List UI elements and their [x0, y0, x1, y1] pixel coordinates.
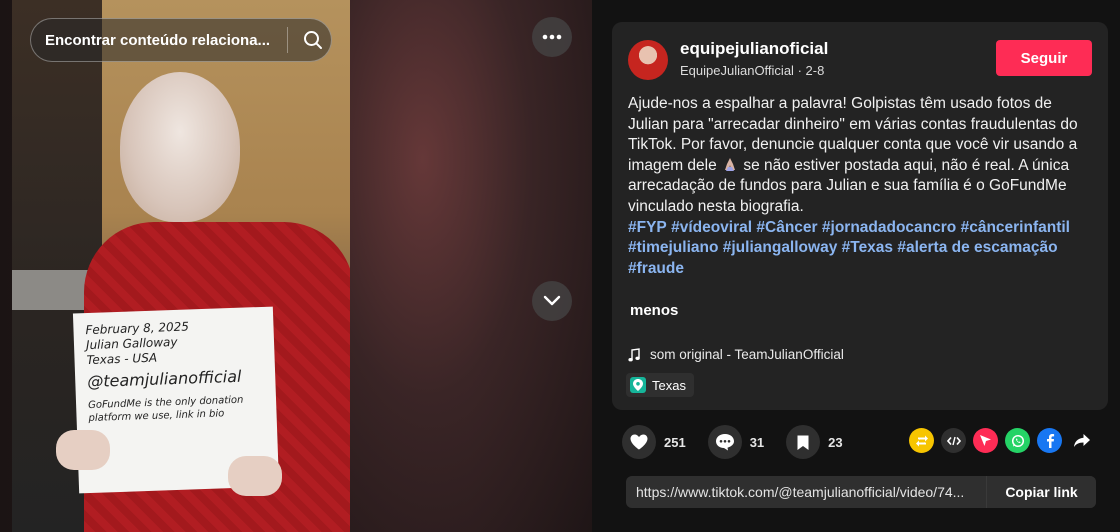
video-player[interactable]: February 8, 2025 Julian Galloway Texas -… [0, 0, 592, 532]
hashtag-link[interactable]: #Texas [842, 239, 893, 256]
author-username[interactable]: equipejulianoficial [680, 39, 828, 59]
video-frame[interactable]: February 8, 2025 Julian Galloway Texas -… [12, 0, 350, 532]
search-button[interactable] [298, 25, 328, 55]
tiktok-video-page: February 8, 2025 Julian Galloway Texas -… [0, 0, 1120, 532]
author-meta: EquipeJulianOfficial · 2-8 [680, 63, 824, 78]
video-blur-background [350, 0, 592, 532]
like-icon-wrap [622, 425, 656, 459]
location-tag[interactable]: Texas [626, 373, 694, 397]
embed-icon[interactable] [941, 428, 966, 453]
chevron-down-icon [543, 295, 561, 306]
search-bar[interactable] [30, 18, 332, 62]
heart-icon [630, 434, 648, 450]
comment-button[interactable]: 31 [707, 425, 765, 459]
meta-separator: · [793, 63, 806, 78]
send-icon[interactable] [973, 428, 998, 453]
copy-link-bar: https://www.tiktok.com/@teamjulianoffici… [626, 476, 1096, 508]
show-less-button[interactable]: menos [630, 302, 678, 319]
save-icon-wrap [786, 425, 821, 459]
sound-link[interactable]: som original - TeamJulianOfficial [628, 347, 844, 362]
hashtag-link[interactable]: #alerta de escamação [897, 239, 1057, 256]
description-card: equipejulianoficial EquipeJulianOfficial… [612, 22, 1108, 410]
follow-button[interactable]: Seguir [996, 40, 1092, 76]
location-pin-icon [630, 377, 646, 393]
share-options [909, 428, 1094, 453]
location-label: Texas [652, 377, 686, 393]
music-note-icon [628, 347, 640, 361]
bookmark-icon [797, 435, 809, 450]
author-nickname[interactable]: EquipeJulianOfficial [680, 63, 794, 78]
hashtag-link[interactable]: #FYP [628, 219, 667, 236]
like-count: 251 [664, 434, 686, 450]
search-icon [304, 31, 322, 49]
hashtag-link[interactable]: #Câncer [756, 219, 817, 236]
hashtag-link[interactable]: #jornadadocancro [822, 219, 956, 236]
hashtag-link[interactable]: #juliangalloway [723, 239, 838, 256]
post-date: 2-8 [805, 63, 825, 78]
sign-note: GoFundMe is the only donation platform w… [87, 394, 244, 425]
video-hand [228, 456, 282, 496]
video-hand [56, 430, 110, 470]
video-person-head [120, 72, 240, 222]
facebook-icon[interactable] [1037, 428, 1062, 453]
video-details-panel: equipejulianoficial EquipeJulianOfficial… [592, 0, 1120, 532]
search-divider [287, 27, 288, 53]
like-button[interactable]: 251 [622, 425, 686, 459]
hashtag-link[interactable]: #timejuliano [628, 239, 718, 256]
whatsapp-icon[interactable] [1005, 428, 1030, 453]
folded-hands-icon [725, 157, 736, 171]
video-description: Ajude-nos a espalhar a palavra! Golpista… [628, 94, 1096, 279]
comment-icon-wrap [707, 425, 742, 459]
share-arrow-icon[interactable] [1069, 428, 1094, 453]
next-video-button[interactable] [532, 281, 572, 321]
comment-icon [715, 434, 734, 451]
save-button[interactable]: 23 [786, 425, 843, 459]
copy-link-button[interactable]: Copiar link [986, 476, 1096, 508]
hashtag-list: #FYP #vídeoviral #Câncer #jornadadocancr… [628, 218, 1096, 280]
save-count: 23 [828, 434, 843, 450]
sound-label: som original - TeamJulianOfficial [650, 347, 844, 362]
avatar[interactable] [628, 40, 668, 80]
search-input[interactable] [45, 31, 281, 49]
hashtag-link[interactable]: #câncerinfantil [961, 219, 1070, 236]
sign-handle: @teamjulianofficial [86, 366, 242, 392]
more-options-button[interactable] [532, 17, 572, 57]
more-dots-icon [542, 34, 562, 40]
hashtag-link[interactable]: #vídeoviral [671, 219, 752, 236]
hashtag-link[interactable]: #fraude [628, 260, 684, 277]
video-url[interactable]: https://www.tiktok.com/@teamjulianoffici… [626, 476, 986, 508]
engagement-actions: 251 31 23 [622, 424, 865, 460]
repost-icon[interactable] [909, 428, 934, 453]
comment-count: 31 [749, 434, 765, 450]
